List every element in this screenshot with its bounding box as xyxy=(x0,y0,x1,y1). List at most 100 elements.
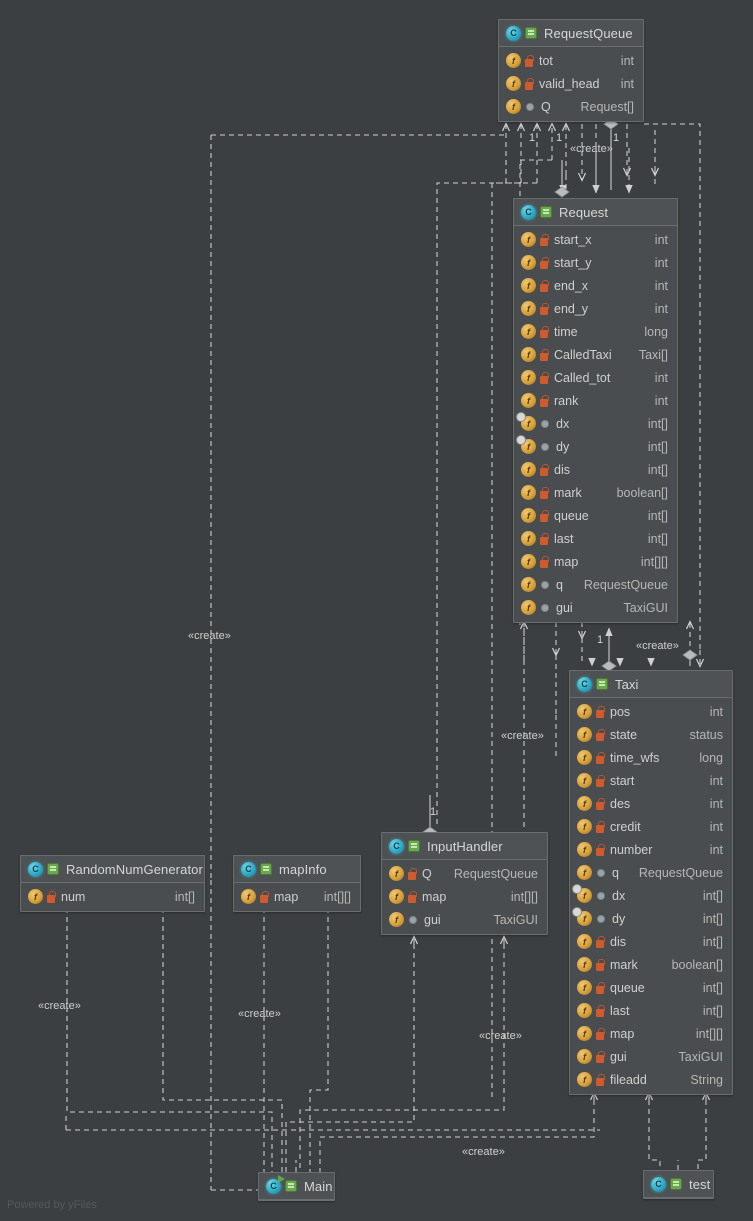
class-node-mapinfo[interactable]: mapInfo map int[][] xyxy=(233,855,361,912)
field-icon xyxy=(577,1072,592,1087)
class-field-row[interactable]: gui TaxiGUI xyxy=(514,596,677,619)
field-name-label: map xyxy=(554,554,579,569)
field-icon xyxy=(521,232,536,247)
class-field-row[interactable]: number int xyxy=(570,838,732,861)
class-node-header[interactable]: mapInfo xyxy=(234,856,360,883)
class-node-header[interactable]: Taxi xyxy=(570,671,732,698)
private-lock-icon xyxy=(596,843,605,856)
field-type-label: int[] xyxy=(702,980,723,995)
class-field-row[interactable]: time long xyxy=(514,320,677,343)
class-node-header[interactable]: RequestQueue xyxy=(499,20,643,47)
class-field-row[interactable]: last int[] xyxy=(570,999,732,1022)
field-type-label: int[] xyxy=(702,888,723,903)
private-lock-icon xyxy=(525,77,534,90)
field-icon xyxy=(577,773,592,788)
class-field-row[interactable]: start int xyxy=(570,769,732,792)
uml-class-diagram-canvas[interactable]: «create» «create» «create» «create» «cre… xyxy=(0,0,753,1221)
class-field-row[interactable]: mark boolean[] xyxy=(570,953,732,976)
class-fields-section: posintstatestatustime_wfslongstartintdes… xyxy=(570,698,732,1094)
class-field-row[interactable]: map int[][] xyxy=(570,1022,732,1045)
package-visibility-icon xyxy=(670,1178,682,1190)
class-field-row[interactable]: map int[][] xyxy=(382,885,547,908)
class-field-row[interactable]: last int[] xyxy=(514,527,677,550)
class-name-label: InputHandler xyxy=(427,838,503,854)
field-name-label: end_x xyxy=(554,278,589,293)
field-icon xyxy=(521,393,536,408)
class-field-row[interactable]: queue int[] xyxy=(570,976,732,999)
class-field-row[interactable]: Q RequestQueue xyxy=(382,862,547,885)
field-name-label: dis xyxy=(610,934,626,949)
private-lock-icon xyxy=(540,279,549,292)
class-field-row[interactable]: q RequestQueue xyxy=(570,861,732,884)
field-name-label: Q xyxy=(422,866,432,881)
class-field-row[interactable]: pos int xyxy=(570,700,732,723)
field-name-label: tot xyxy=(539,53,553,68)
class-field-row[interactable]: dy int[] xyxy=(570,907,732,930)
class-field-row[interactable]: start_y int xyxy=(514,251,677,274)
class-field-row[interactable]: queue int[] xyxy=(514,504,677,527)
class-field-row[interactable]: Q Request[] xyxy=(499,95,643,118)
field-type-label: int xyxy=(709,796,723,811)
class-field-row[interactable]: dx int[] xyxy=(570,884,732,907)
class-field-row[interactable]: dis int[] xyxy=(514,458,677,481)
private-lock-icon xyxy=(540,463,549,476)
class-node-requestqueue[interactable]: RequestQueue tot int valid_head int Q Request[… xyxy=(498,19,644,122)
class-field-row[interactable]: valid_head int xyxy=(499,72,643,95)
class-node-header[interactable]: Main xyxy=(259,1173,334,1200)
class-node-main[interactable]: Main xyxy=(258,1172,335,1201)
field-type-label: Taxi[] xyxy=(638,347,668,362)
class-name-label: test xyxy=(689,1176,711,1192)
class-field-row[interactable]: time_wfs long xyxy=(570,746,732,769)
class-field-row[interactable]: state status xyxy=(570,723,732,746)
field-icon xyxy=(521,324,536,339)
class-field-row[interactable]: map int[][] xyxy=(514,550,677,573)
class-field-row[interactable]: credit int xyxy=(570,815,732,838)
public-dot-icon xyxy=(541,419,549,428)
edge-label-create: «create» xyxy=(238,1008,281,1020)
class-field-row[interactable]: end_x int xyxy=(514,274,677,297)
private-lock-icon xyxy=(408,867,417,880)
field-type-label: int xyxy=(654,393,668,408)
field-name-label: mark xyxy=(554,485,582,500)
class-field-row[interactable]: tot int xyxy=(499,49,643,72)
class-field-row[interactable]: dis int[] xyxy=(570,930,732,953)
class-node-header[interactable]: RandomNumGenerator xyxy=(21,856,204,883)
class-field-row[interactable]: CalledTaxi Taxi[] xyxy=(514,343,677,366)
public-dot-icon xyxy=(597,868,605,877)
class-field-row[interactable]: map int[][] xyxy=(234,885,360,908)
class-node-randomnumgenerator[interactable]: RandomNumGenerator num int[] xyxy=(20,855,205,912)
class-field-row[interactable]: end_y int xyxy=(514,297,677,320)
class-node-test[interactable]: test xyxy=(643,1170,714,1199)
edge-label-create: «create» xyxy=(501,730,544,742)
class-node-header[interactable]: InputHandler xyxy=(382,833,547,860)
class-field-row[interactable]: mark boolean[] xyxy=(514,481,677,504)
field-type-label: int[] xyxy=(702,1003,723,1018)
field-name-label: q xyxy=(612,865,619,880)
class-field-row[interactable]: dx int[] xyxy=(514,412,677,435)
field-name-label: q xyxy=(556,577,563,592)
class-field-row[interactable]: gui TaxiGUI xyxy=(570,1045,732,1068)
class-field-row[interactable]: fileadd String xyxy=(570,1068,732,1091)
class-node-header[interactable]: Request xyxy=(514,199,677,226)
field-icon xyxy=(28,889,43,904)
class-field-row[interactable]: dy int[] xyxy=(514,435,677,458)
private-lock-icon xyxy=(47,890,56,903)
class-field-row[interactable]: num int[] xyxy=(21,885,204,908)
class-icon xyxy=(506,25,521,41)
private-lock-icon xyxy=(525,54,534,67)
class-field-row[interactable]: rank int xyxy=(514,389,677,412)
class-field-row[interactable]: q RequestQueue xyxy=(514,573,677,596)
class-field-row[interactable]: Called_tot int xyxy=(514,366,677,389)
field-type-label: int[] xyxy=(702,911,723,926)
multiplicity-label: 1 xyxy=(529,132,536,144)
class-field-row[interactable]: gui TaxiGUI xyxy=(382,908,547,931)
class-node-taxi[interactable]: Taxi pos int state status time_wfs long start in… xyxy=(569,670,733,1095)
class-field-row[interactable]: start_x int xyxy=(514,228,677,251)
field-type-label: int xyxy=(709,773,723,788)
class-field-row[interactable]: des int xyxy=(570,792,732,815)
class-node-header[interactable]: test xyxy=(644,1171,713,1198)
class-node-inputhandler[interactable]: InputHandler Q RequestQueue map int[][] gui Ta… xyxy=(381,832,548,935)
private-lock-icon xyxy=(408,890,417,903)
class-node-request[interactable]: Requeststart_xintstart_yintend_xintend_y… xyxy=(513,198,678,623)
class-fields-section: start_xintstart_yintend_xintend_yinttime… xyxy=(514,226,677,622)
